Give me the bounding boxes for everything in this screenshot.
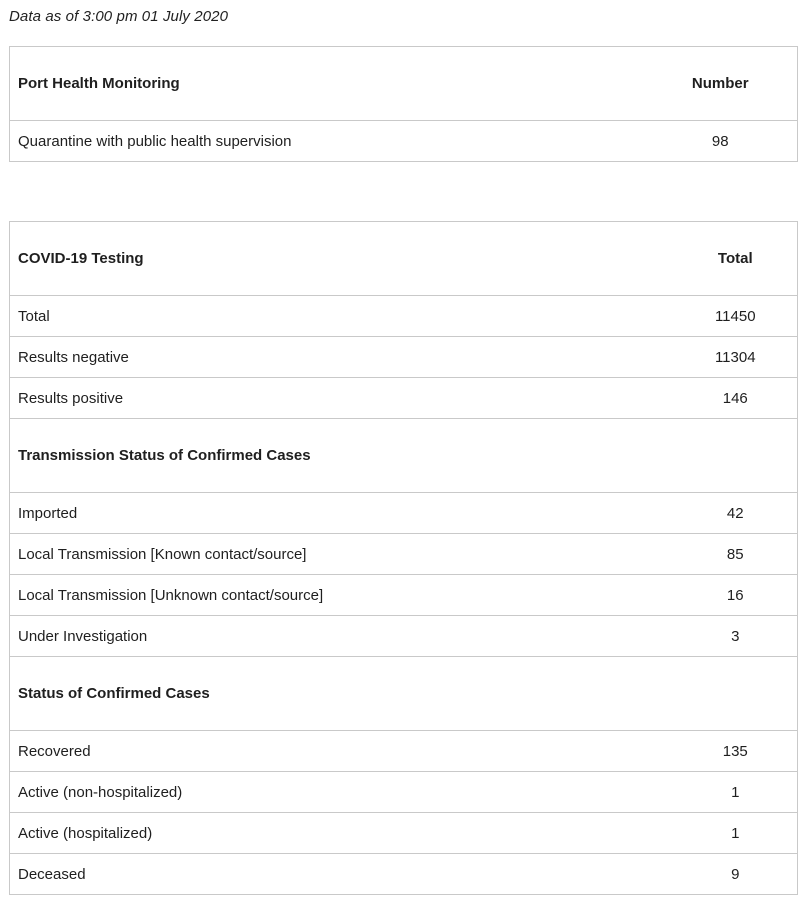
row-value: 9 [673, 853, 798, 895]
testing-column-header: Total [673, 221, 798, 296]
table-row: Imported 42 [9, 492, 798, 534]
table-row: Results positive 146 [9, 377, 798, 419]
testing-title: COVID-19 Testing [9, 221, 674, 296]
table-row: Active (hospitalized) 1 [9, 812, 798, 854]
row-label: Results negative [9, 336, 674, 378]
table-header-row: Port Health Monitoring Number [9, 46, 798, 121]
transmission-section-title: Transmission Status of Confirmed Cases [9, 418, 674, 493]
port-health-table: Port Health Monitoring Number Quarantine… [9, 46, 798, 162]
section-header-row: Status of Confirmed Cases [9, 656, 798, 731]
row-label: Quarantine with public health supervisio… [9, 120, 644, 162]
row-label: Recovered [9, 730, 674, 772]
row-label: Total [9, 295, 674, 337]
table-row: Local Transmission [Known contact/source… [9, 533, 798, 575]
row-value: 146 [673, 377, 798, 419]
table-row: Recovered 135 [9, 730, 798, 772]
row-value: 1 [673, 771, 798, 813]
port-health-column-header: Number [643, 46, 798, 121]
row-value: 85 [673, 533, 798, 575]
row-label: Imported [9, 492, 674, 534]
empty-cell [673, 418, 798, 493]
row-value: 11304 [673, 336, 798, 378]
row-label: Active (non-hospitalized) [9, 771, 674, 813]
row-value: 42 [673, 492, 798, 534]
table-row: Active (non-hospitalized) 1 [9, 771, 798, 813]
data-as-of-note: Data as of 3:00 pm 01 July 2020 [9, 8, 229, 25]
row-label: Local Transmission [Unknown contact/sour… [9, 574, 674, 616]
port-health-title: Port Health Monitoring [9, 46, 644, 121]
table-header-row: COVID-19 Testing Total [9, 221, 798, 296]
row-value: 11450 [673, 295, 798, 337]
row-value: 1 [673, 812, 798, 854]
row-label: Results positive [9, 377, 674, 419]
row-value: 16 [673, 574, 798, 616]
row-label: Local Transmission [Known contact/source… [9, 533, 674, 575]
row-value: 135 [673, 730, 798, 772]
status-section-title: Status of Confirmed Cases [9, 656, 674, 731]
table-row: Deceased 9 [9, 853, 798, 895]
table-row: Local Transmission [Unknown contact/sour… [9, 574, 798, 616]
table-row: Total 11450 [9, 295, 798, 337]
section-header-row: Transmission Status of Confirmed Cases [9, 418, 798, 493]
covid-testing-table: COVID-19 Testing Total Total 11450 Resul… [9, 221, 798, 895]
table-row: Results negative 11304 [9, 336, 798, 378]
empty-cell [673, 656, 798, 731]
row-label: Deceased [9, 853, 674, 895]
table-row: Quarantine with public health supervisio… [9, 120, 798, 162]
row-label: Under Investigation [9, 615, 674, 657]
row-value: 98 [643, 120, 798, 162]
table-row: Under Investigation 3 [9, 615, 798, 657]
row-label: Active (hospitalized) [9, 812, 674, 854]
row-value: 3 [673, 615, 798, 657]
